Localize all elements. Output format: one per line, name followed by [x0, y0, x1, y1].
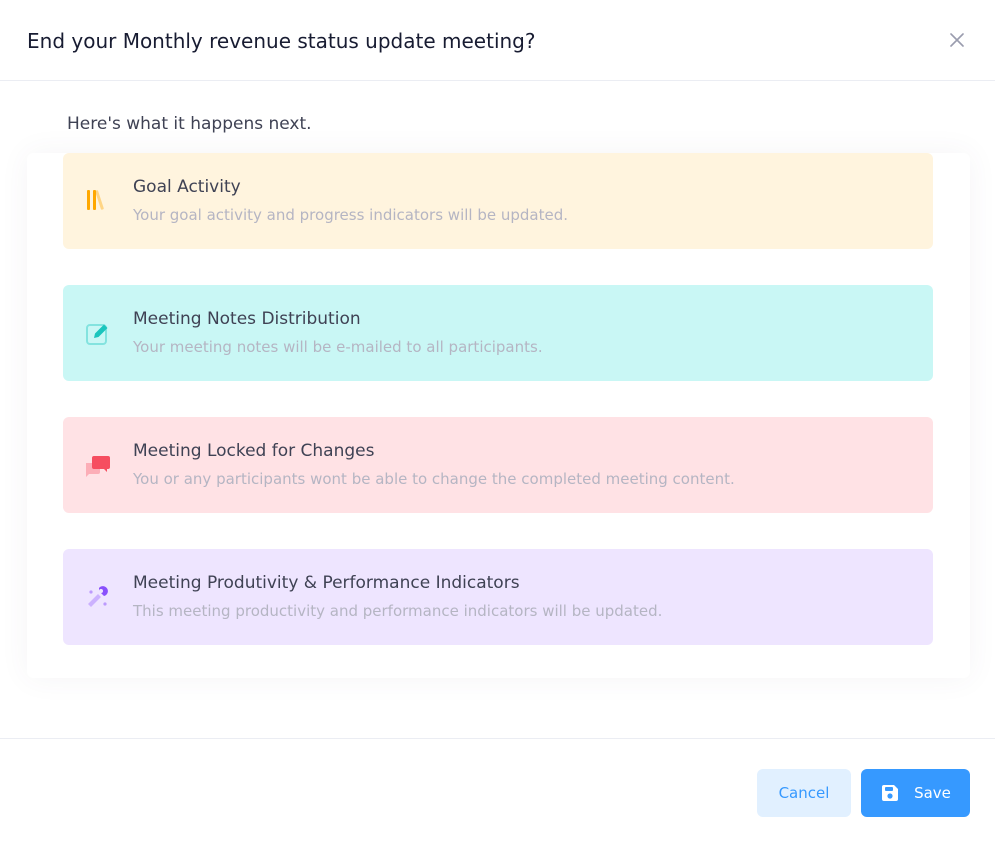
list-item-productivity-indicators: Meeting Produtivity & Performance Indica… [63, 549, 933, 645]
edit-icon [83, 318, 113, 348]
list-item-goal-activity: Goal Activity Your goal activity and pro… [63, 153, 933, 249]
save-button[interactable]: Save [861, 769, 970, 817]
chat-icon [83, 450, 113, 480]
list-item-locked-for-changes: Meeting Locked for Changes You or any pa… [63, 417, 933, 513]
magic-icon [83, 582, 113, 612]
save-button-label: Save [914, 784, 951, 802]
item-title: Meeting Locked for Changes [133, 441, 375, 461]
library-icon [83, 186, 113, 216]
end-meeting-modal: End your Monthly revenue status update m… [0, 0, 995, 856]
item-title: Meeting Produtivity & Performance Indica… [133, 573, 520, 593]
modal-header: End your Monthly revenue status update m… [0, 0, 995, 81]
save-icon [880, 783, 900, 803]
intro-text: Here's what it happens next. [67, 114, 312, 134]
item-title: Goal Activity [133, 177, 241, 197]
list-item-notes-distribution: Meeting Notes Distribution Your meeting … [63, 285, 933, 381]
next-steps-card: Goal Activity Your goal activity and pro… [27, 153, 970, 678]
cancel-button[interactable]: Cancel [757, 769, 851, 817]
item-description: Your meeting notes will be e-mailed to a… [133, 338, 543, 356]
modal-body: Here's what it happens next. Goal Activi… [0, 81, 995, 738]
item-description: Your goal activity and progress indicato… [133, 206, 568, 224]
item-title: Meeting Notes Distribution [133, 309, 361, 329]
item-description: This meeting productivity and performanc… [133, 602, 663, 620]
close-button[interactable] [944, 27, 970, 53]
modal-footer: Cancel Save [0, 738, 995, 856]
close-icon [950, 33, 964, 47]
modal-title: End your Monthly revenue status update m… [27, 29, 536, 53]
cancel-button-label: Cancel [778, 784, 830, 802]
item-description: You or any participants wont be able to … [133, 470, 735, 488]
